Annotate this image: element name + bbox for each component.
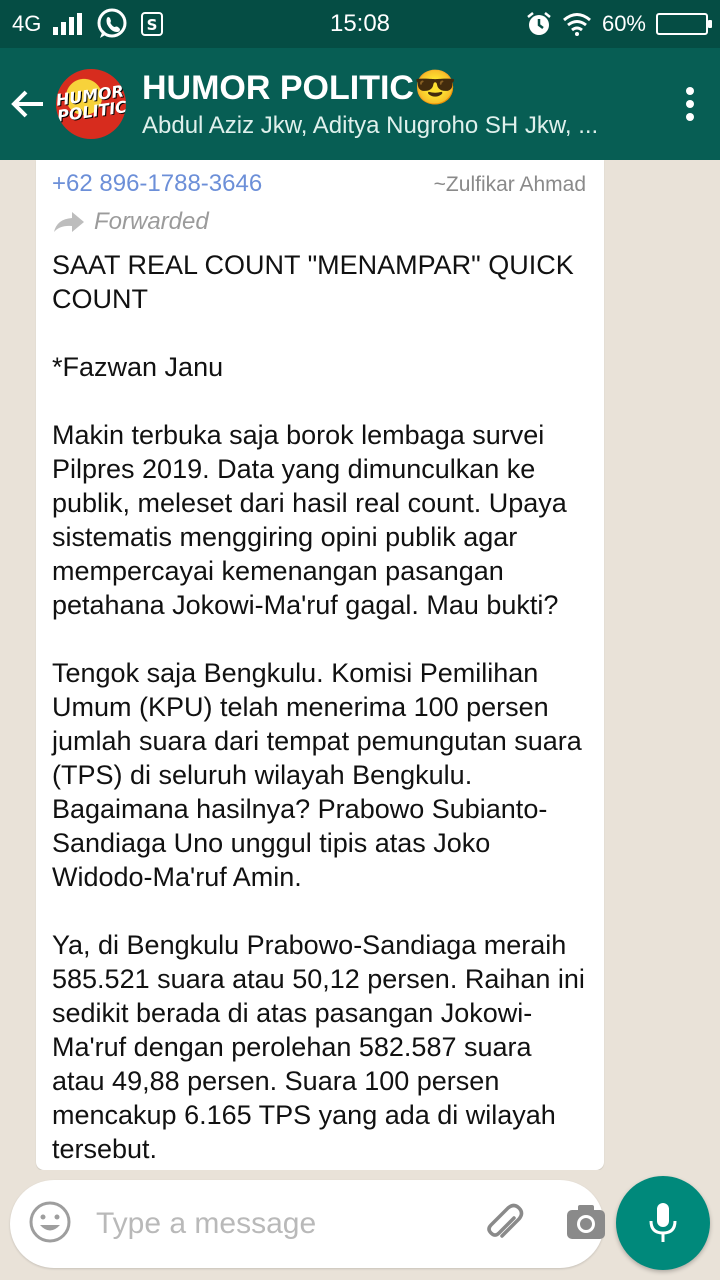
microphone-icon — [649, 1203, 677, 1242]
message-text: SAAT REAL COUNT "MENAMPAR" QUICK COUNT *… — [52, 250, 585, 1164]
message-composer — [10, 1180, 606, 1268]
message-bubble[interactable]: +62 896-1788-3646 ~Zulfikar Ahmad Forwar… — [36, 160, 604, 1170]
whatsapp-icon — [95, 7, 129, 41]
group-members: Abdul Aziz Jkw, Aditya Nugroho SH Jkw, .… — [142, 112, 599, 139]
chat-area[interactable]: +62 896-1788-3646 ~Zulfikar Ahmad Forwar… — [0, 160, 720, 1170]
forwarded-text: Forwarded — [94, 208, 209, 235]
camera-button[interactable] — [566, 1204, 606, 1245]
more-options-button[interactable] — [660, 48, 720, 160]
sender-phone[interactable]: +62 896-1788-3646 — [52, 170, 262, 198]
battery-percent: 60% — [601, 11, 646, 36]
sender-name: ~Zulfikar Ahmad — [433, 173, 586, 196]
forward-icon — [54, 212, 84, 232]
wifi-icon — [562, 12, 592, 36]
emoji-icon — [29, 1201, 71, 1242]
battery-icon — [656, 13, 712, 35]
voice-message-button[interactable] — [616, 1176, 710, 1270]
sender-row: +62 896-1788-3646 ~Zulfikar Ahmad — [52, 170, 586, 198]
signal-icon — [53, 13, 83, 35]
emoji-button[interactable] — [28, 1200, 72, 1249]
chat-header: HUMOR POLITIC HUMOR POLITIC😎 Abdul Aziz … — [0, 48, 720, 160]
forwarded-label: Forwarded — [52, 208, 586, 236]
group-info[interactable]: HUMOR POLITIC😎 Abdul Aziz Jkw, Aditya Nu… — [142, 68, 660, 140]
network-type: 4G — [12, 11, 42, 36]
status-bar: 4G S 15:08 60% — [0, 0, 720, 48]
avatar-logo-text: HUMOR POLITIC — [56, 81, 126, 126]
message-input[interactable] — [96, 1207, 482, 1241]
attach-button[interactable] — [482, 1200, 526, 1249]
camera-icon — [567, 1204, 605, 1239]
svg-text:S: S — [147, 16, 158, 34]
storage-icon: S — [141, 12, 164, 36]
alarm-icon — [526, 11, 552, 37]
status-right: 60% — [526, 11, 712, 37]
paperclip-icon — [487, 1203, 524, 1238]
group-avatar[interactable]: HUMOR POLITIC — [56, 69, 126, 139]
arrow-back-icon — [11, 90, 43, 118]
status-left: 4G S — [12, 7, 164, 41]
back-button[interactable] — [0, 48, 56, 160]
group-title: HUMOR POLITIC😎 — [142, 69, 457, 107]
more-vert-icon — [686, 87, 694, 121]
